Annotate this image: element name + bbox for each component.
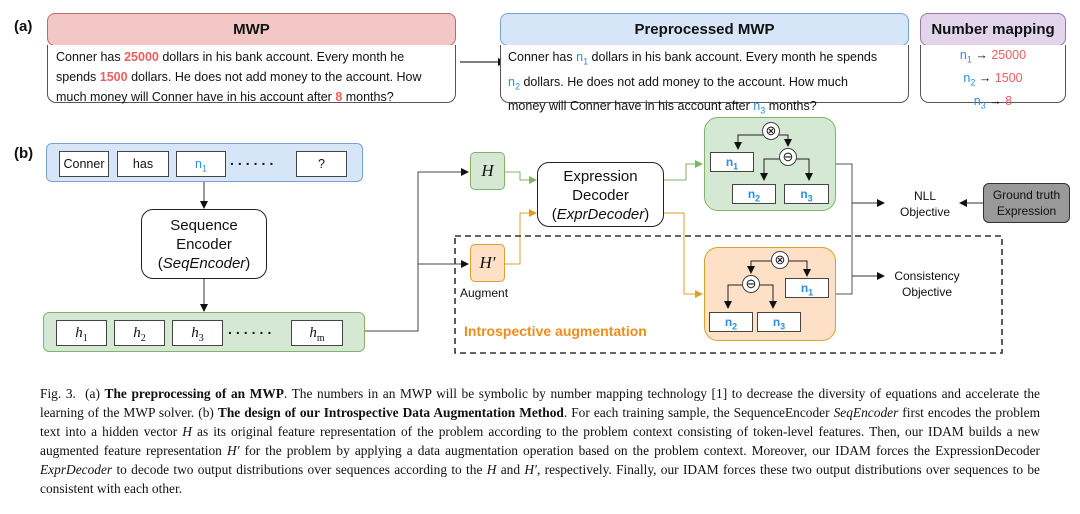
token-question-mark: ? [296,151,347,177]
tree-merge-line [835,163,853,295]
token-conner: Conner [59,151,109,177]
consistency-objective-label: Consistency Objective [894,269,960,299]
hidden-token-h1: h1 [56,320,107,346]
arrow-decoder-to-tree [664,160,703,181]
arrow-H-to-decoder [505,171,537,184]
multiply-op-icon: ⊗ [762,122,780,140]
hidden-token-h2: h2 [114,320,165,346]
augment-label: Augment [460,286,509,300]
expression-decoder-box: Expression Decoder (ExprDecoder) [537,162,664,227]
leaf-n2: n2 [732,184,776,204]
expression-tree-augmented: ⊗ ⊖ n1 n2 n3 [704,247,836,341]
figure-caption: Fig. 3. (a) The preprocessing of an MWP.… [40,386,1041,496]
hidden-token-h3: h3 [172,320,223,346]
introspective-augmentation-label: Introspective augmentation [464,323,647,339]
nll-objective-label: NLL Objective [899,189,951,219]
ground-truth-expression-box: Ground truth Expression [983,183,1070,223]
subtract-op-icon: ⊖ [742,275,760,293]
expression-tree-original: ⊗ ⊖ n1 n2 n3 [704,117,836,211]
token-has: has [117,151,169,177]
sequence-encoder-box: Sequence Encoder (SeqEncoder) [141,209,267,279]
leaf-n1: n1 [785,278,829,298]
leaf-n1: n1 [710,152,754,172]
arrow-decoder-to-aug-tree [664,212,703,298]
arrow-hidden-to-H [365,168,469,332]
leaf-n3: n3 [784,184,829,204]
multiply-op-icon: ⊗ [771,251,789,269]
H-prime-box: H′ [470,244,505,282]
subtract-op-icon: ⊖ [779,148,797,166]
leaf-n2: n2 [709,312,753,332]
hidden-token-ellipsis: ...... [228,321,276,337]
hidden-vector-bar: h1 h2 h3 ...... hm [43,312,365,352]
token-n1: n1 [176,151,226,177]
token-ellipsis: ...... [230,152,278,168]
arrow-Hprime-to-decoder [505,209,537,265]
input-token-bar: Conner has n1 ...... ? [46,143,363,182]
H-box: H [470,152,505,190]
leaf-n3: n3 [757,312,801,332]
hidden-token-hm: hm [291,320,343,346]
